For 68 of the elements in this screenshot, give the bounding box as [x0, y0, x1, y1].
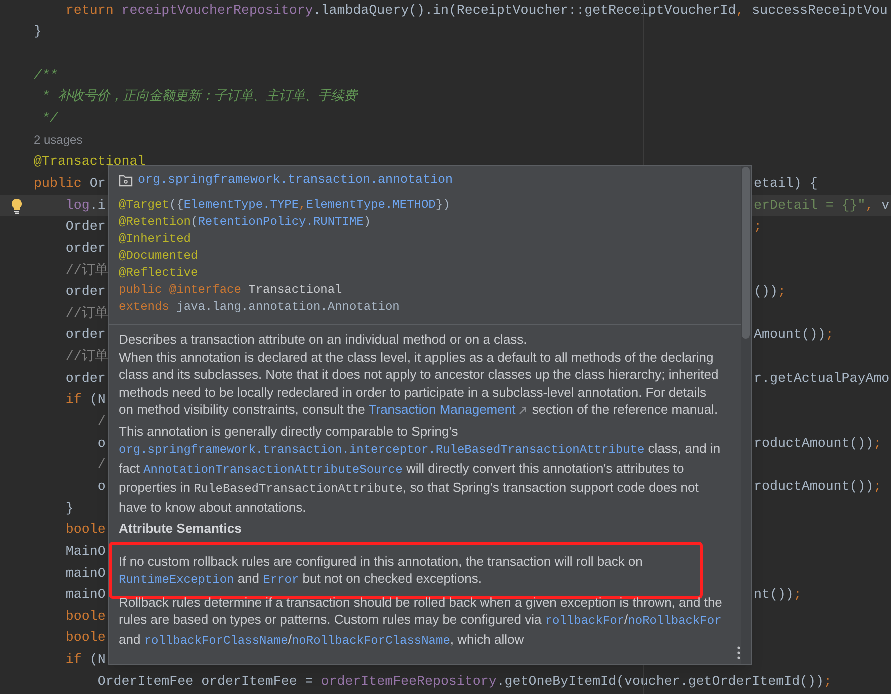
- code-line: order: [64, 370, 106, 386]
- signature-line: extends java.lang.annotation.Annotation: [119, 299, 401, 316]
- lightbulb-icon[interactable]: [11, 198, 23, 214]
- code-line: erDetail = {}", v: [754, 196, 890, 215]
- code-line: return receiptVoucherRepository.lambdaQuery().in(ReceiptVoucher::getReceiptVoucherId, successReceiptVou: [64, 2, 888, 18]
- code-line: OrderItemFee orderItemFee = orderItemFeeRepository.getOneByItemId(voucher.getOrderItemId());: [96, 674, 832, 689]
- doc-link[interactable]: Transaction Management: [368, 402, 529, 417]
- code-line: order: [64, 240, 106, 256]
- doc-paragraph: This annotation is generally directly comparable to Spring's org.springframework.transaction.interceptor.RuleBasedTransactionAttribute class, and in fact AnnotationTransactionAttributeSource will directly convert this annotation's attributes to properties in RuleBasedTransactionAttribute, so that Spring's transaction support code does not have to know about annotations.: [119, 422, 722, 516]
- external-link-icon: [518, 407, 527, 415]
- code-line: roductAmount());: [754, 434, 882, 453]
- code-line: Amount());: [754, 326, 834, 344]
- code-line: if (N: [64, 652, 106, 668]
- code-line: public Or: [34, 176, 106, 191]
- code-line: //订单: [64, 306, 108, 321]
- signature-line: @Retention(RetentionPolicy.RUNTIME): [119, 214, 372, 231]
- doc-link[interactable]: noRollbackForClassName: [292, 634, 450, 648]
- code-line: mainO: [64, 587, 106, 602]
- signature-line: @Inherited: [119, 231, 192, 248]
- signature-line: @Target({ElementType.TYPE,ElementType.METHOD}): [119, 197, 452, 214]
- doc-link[interactable]: rollbackFor: [545, 614, 625, 628]
- code-line: //订单: [64, 349, 108, 364]
- code-line: o: [96, 478, 106, 494]
- doc-link[interactable]: noRollbackFor: [628, 614, 722, 628]
- code-line: ;: [754, 218, 762, 236]
- code-line: */: [40, 111, 58, 126]
- code-line: }: [64, 500, 74, 516]
- code-line: //订单: [64, 262, 108, 278]
- code-line: order: [64, 284, 106, 300]
- doc-link[interactable]: org.springframework.transaction.interceptor.RuleBasedTransactionAttribute: [119, 443, 645, 457]
- code-line: roductAmount());: [754, 478, 882, 496]
- code-line: boole: [64, 630, 106, 646]
- doc-link[interactable]: Error: [263, 573, 300, 587]
- code-line: boole: [64, 608, 106, 624]
- signature-line: @Reflective: [119, 265, 200, 282]
- usages-hint[interactable]: 2 usages: [34, 132, 83, 148]
- doc-link[interactable]: RuntimeException: [119, 573, 234, 587]
- code-line: ());: [754, 283, 786, 302]
- code-line: }: [34, 24, 42, 40]
- doc-link[interactable]: rollbackForClassName: [144, 634, 288, 648]
- code-line: /**: [34, 68, 58, 83]
- code-line: /: [96, 414, 106, 430]
- doc-link[interactable]: AnnotationTransactionAttributeSource: [144, 462, 403, 476]
- package-link[interactable]: org.springframework.transaction.annotation: [138, 170, 454, 190]
- signature-line: @Documented: [119, 248, 200, 265]
- code-line: nt());: [754, 586, 802, 604]
- code-line: log.i: [64, 198, 106, 213]
- doc-paragraph: If no custom rollback rules are configured in this annotation, the transaction will roll back on RuntimeException and Error but not on checked exceptions.: [119, 552, 644, 589]
- code-line: MainO: [64, 544, 106, 559]
- code-line: mainO: [64, 566, 106, 580]
- code-line: Order: [64, 219, 106, 234]
- code-line: etail) {: [754, 174, 818, 193]
- code-line: /: [96, 457, 106, 472]
- section-heading: Attribute Semantics: [119, 520, 243, 538]
- code-line: boole: [64, 522, 106, 538]
- scrollbar-thumb[interactable]: [742, 167, 750, 339]
- code-line: r.getActualPayAmo: [754, 370, 890, 388]
- doc-paragraph: When this annotation is declared at the class level, it applies as a default to all methods of the declaring class and its subclasses. Note that it does not apply to ancestor classes up the class hierarchy; inherited methods need to be locally redeclared in order to participate in a subclass-level annotation. For details on method visibility constraints, consult the Transaction Management section of the reference manual.: [119, 348, 720, 418]
- code-line: order: [64, 327, 106, 342]
- code-line: if (N: [64, 392, 106, 408]
- code-line: @Transactional: [34, 154, 146, 170]
- folder-icon: [119, 174, 133, 186]
- code-line: o: [96, 436, 106, 451]
- doc-paragraph: Describes a transaction attribute on an individual method or on a class.: [119, 331, 528, 348]
- doc-paragraph: Rollback rules determine if a transaction should be rolled back when a given exception is thrown, and the rules are based on types or patterns. Custom rules may be configured via rollbackFor/noRollbackFor and rollbackForClassName/noRollbackForClassName, which allow: [119, 594, 723, 650]
- more-options-icon[interactable]: [737, 646, 741, 660]
- signature-line: public @interface Transactional: [119, 282, 344, 299]
- code-line: * 补收号价，正向金额更新：子订单、主订单、手续费: [40, 89, 357, 104]
